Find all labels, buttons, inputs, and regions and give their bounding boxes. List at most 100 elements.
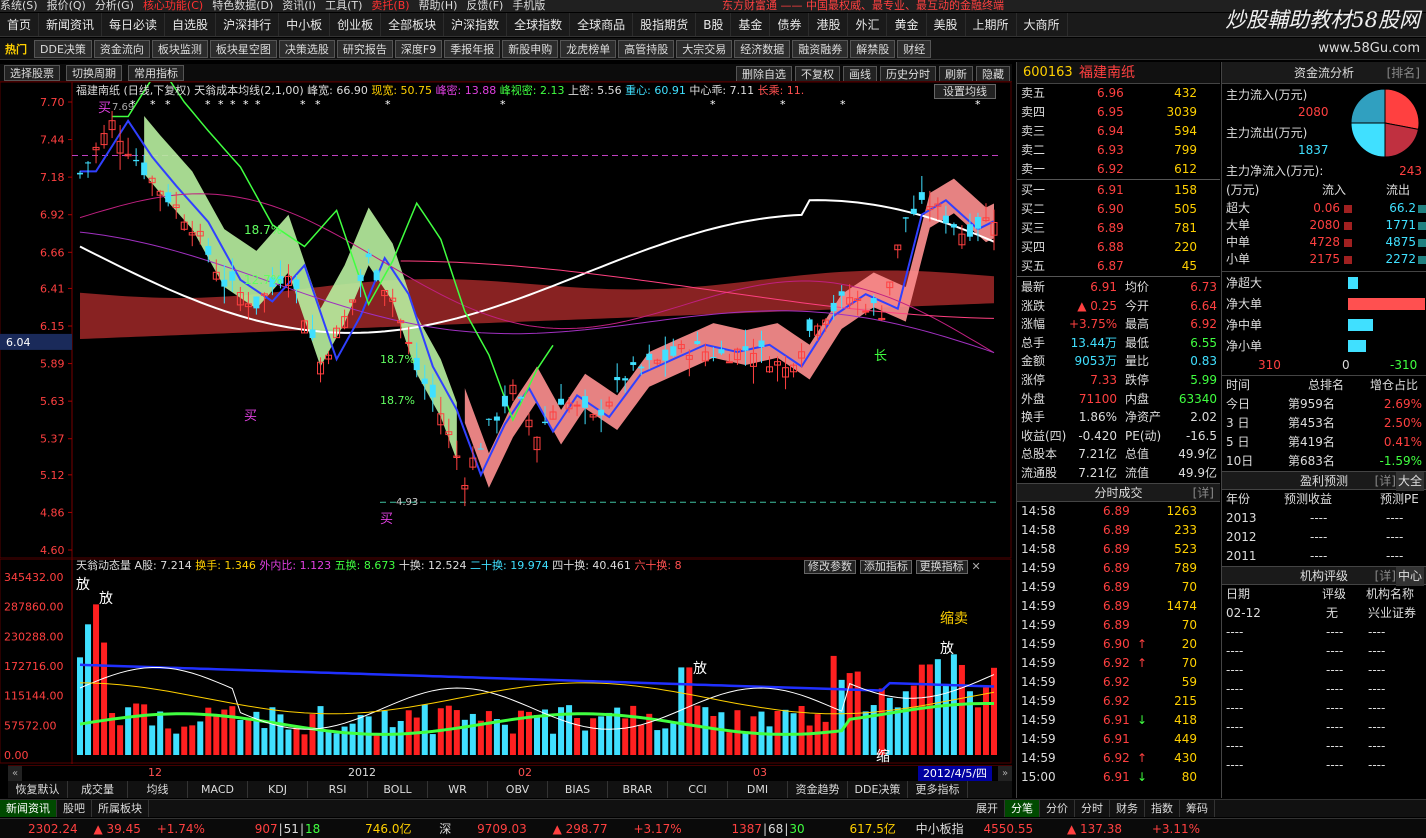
indicator-tab[interactable]: CCI [668, 781, 728, 798]
menu-item[interactable]: 特色数据(D) [212, 0, 273, 12]
nav-item[interactable]: 外汇 [848, 13, 888, 36]
rating-more-link[interactable]: [详] [1375, 567, 1396, 586]
menu-item[interactable]: 报价(Q) [47, 0, 86, 12]
nav-item[interactable]: 上期所 [966, 13, 1017, 36]
toolbar-button[interactable]: 大宗交易 [676, 40, 733, 58]
nav-item[interactable]: 创业板 [330, 13, 382, 36]
menu-item[interactable]: 系统(S) [0, 0, 38, 12]
toolbar-button[interactable]: 季报年报 [444, 40, 501, 58]
bottom-right-tab[interactable]: 指数 [1145, 800, 1180, 817]
modify-params-button[interactable]: 修改参数 [804, 560, 856, 574]
menu-item[interactable]: 核心功能(C) [143, 0, 203, 12]
chart-head-button[interactable]: 选择股票 [4, 65, 60, 81]
bottom-right-tab[interactable]: 分价 [1040, 800, 1075, 817]
bottom-right-tab[interactable]: 财务 [1110, 800, 1145, 817]
chart-head-button[interactable]: 切换周期 [66, 65, 122, 81]
toolbar-button[interactable]: 深度F9 [394, 40, 443, 58]
profit-more-link[interactable]: [详] [1375, 472, 1396, 491]
nav-item[interactable]: 大商所 [1017, 13, 1068, 36]
nav-item[interactable]: 中小板 [279, 13, 331, 36]
bottom-right-tab[interactable]: 分时 [1075, 800, 1110, 817]
profit-all-button[interactable]: 大全 [1395, 472, 1424, 491]
toolbar-button[interactable]: 经济数据 [734, 40, 791, 58]
nav-item[interactable]: 沪深排行 [216, 13, 280, 36]
rating-center-button[interactable]: 中心 [1395, 567, 1424, 586]
cell: 兴业证券 [1368, 606, 1417, 620]
indicator-tab[interactable]: 恢复默认 [8, 781, 68, 798]
menu-item[interactable]: 手机版 [512, 0, 545, 12]
toolbar-button[interactable]: 高管持股 [618, 40, 675, 58]
close-icon[interactable]: ✕ [971, 560, 980, 573]
chart-tool-button[interactable]: 隐藏 [976, 66, 1010, 81]
chart-tool-button[interactable]: 历史分时 [880, 66, 936, 81]
menu-item[interactable]: 帮助(H) [419, 0, 458, 12]
chart-tool-button[interactable]: 不复权 [795, 66, 840, 81]
nav-item[interactable]: 黄金 [887, 13, 927, 36]
bottom-tab[interactable]: 新闻资讯 [0, 800, 57, 817]
menu-item[interactable]: 反馈(F) [466, 0, 503, 12]
fund-rank-link[interactable]: [排名] [1387, 62, 1420, 84]
bottom-tab[interactable]: 股吧 [57, 800, 92, 817]
scroll-left-icon[interactable]: « [8, 766, 22, 781]
nav-item[interactable]: 股指期货 [633, 13, 697, 36]
indicator-tab[interactable]: MACD [188, 781, 248, 798]
nav-item[interactable]: 全部板块 [381, 13, 445, 36]
nav-item[interactable]: 新闻资讯 [39, 13, 103, 36]
menu-item[interactable]: 卖托(B) [371, 0, 409, 12]
set-ma-button[interactable]: 设置均线 [934, 84, 996, 99]
indicator-tab[interactable]: BRAR [608, 781, 668, 798]
toolbar-button[interactable]: 板块监测 [151, 40, 208, 58]
toolbar-button[interactable]: DDE决策 [34, 40, 92, 58]
bottom-right-tab[interactable]: 筹码 [1180, 800, 1215, 817]
indicator-tab[interactable]: BIAS [548, 781, 608, 798]
indicator-tab[interactable]: DMI [728, 781, 788, 798]
nav-item[interactable]: 沪深指数 [444, 13, 508, 36]
scroll-right-icon[interactable]: » [998, 766, 1012, 781]
menu-item[interactable]: 分析(G) [95, 0, 134, 12]
indicator-tab[interactable]: 更多指标 [908, 781, 968, 798]
nav-item[interactable]: 全球商品 [570, 13, 634, 36]
toolbar-button[interactable]: 研究报告 [336, 40, 393, 58]
toolbar-button[interactable]: 板块星空图 [209, 40, 277, 58]
indicator-tab[interactable]: OBV [488, 781, 548, 798]
indicator-tab[interactable]: RSI [308, 781, 368, 798]
indicator-tab[interactable]: WR [428, 781, 488, 798]
toolbar-button[interactable]: 龙虎榜单 [560, 40, 617, 58]
menu-item[interactable]: 工具(T) [325, 0, 362, 12]
indicator-tab[interactable]: 资金趋势 [788, 781, 848, 798]
add-indicator-button[interactable]: 添加指标 [859, 560, 912, 574]
nav-item[interactable]: 美股 [927, 13, 966, 36]
indicator-tab[interactable]: DDE决策 [848, 781, 908, 798]
indicator-tab[interactable]: BOLL [368, 781, 428, 798]
nav-item[interactable]: 自选股 [165, 13, 217, 36]
chart-tool-button[interactable]: 删除自选 [736, 66, 792, 81]
menu-item[interactable]: 资讯(I) [282, 0, 316, 12]
chart-tool-button[interactable]: 刷新 [939, 66, 973, 81]
nav-item[interactable]: 债券 [770, 13, 810, 36]
bottom-right-tab[interactable]: 展开 [970, 800, 1005, 817]
nav-item[interactable]: 首页 [0, 13, 40, 36]
nav-item[interactable]: B股 [696, 13, 732, 36]
chart-head-button[interactable]: 常用指标 [128, 65, 184, 81]
chart-tool-button[interactable]: 画线 [843, 66, 877, 81]
bottom-tab[interactable]: 所属板块 [92, 800, 149, 817]
toolbar-button[interactable]: 财经 [897, 40, 932, 58]
bottom-right-tab[interactable]: 分笔 [1005, 800, 1040, 817]
toolbar-button[interactable]: 解禁股 [850, 40, 896, 58]
nav-item[interactable]: 全球指数 [507, 13, 571, 36]
nav-item[interactable]: 每日必读 [102, 13, 166, 36]
volume-chart[interactable]: 345432.00 287860.00 230288.00 172716.00 1151… [0, 559, 1012, 764]
indicator-tab[interactable]: KDJ [248, 781, 308, 798]
toolbar-button[interactable]: 融资融券 [792, 40, 849, 58]
nav-item[interactable]: 港股 [809, 13, 849, 36]
ticks-more-link[interactable]: [详] [1193, 484, 1214, 503]
signal-star: * [975, 98, 981, 111]
change-indicator-button[interactable]: 更换指标 [915, 560, 968, 574]
indicator-tab[interactable]: 均线 [128, 781, 188, 798]
toolbar-button[interactable]: 决策选股 [278, 40, 335, 58]
indicator-tab[interactable]: 成交量 [68, 781, 128, 798]
nav-item[interactable]: 基金 [731, 13, 771, 36]
kline-chart[interactable]: 7.70 7.44 7.18 6.92 6.66 6.41 6.15 5.89 5.63 5.37… [0, 82, 1012, 559]
toolbar-button[interactable]: 资金流向 [93, 40, 150, 58]
toolbar-button[interactable]: 新股申购 [502, 40, 559, 58]
